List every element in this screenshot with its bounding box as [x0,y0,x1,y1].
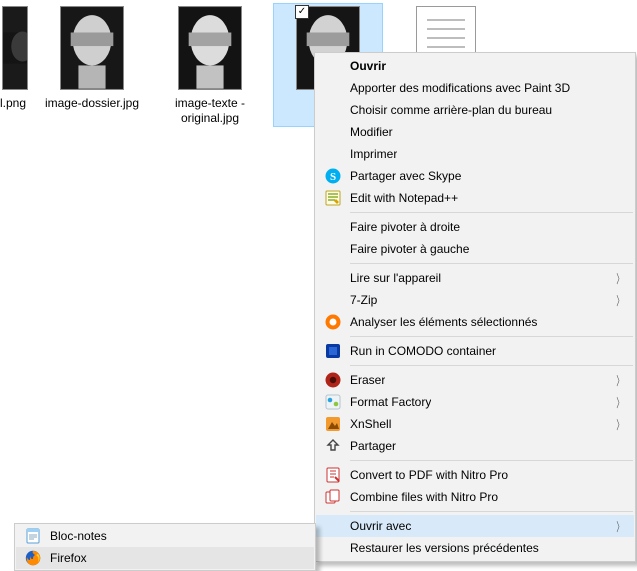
file-item[interactable]: image-dossier.jpg [38,4,146,126]
eraser-icon [324,372,341,389]
menu-separator [350,511,633,512]
menu-separator [350,212,633,213]
menu-item[interactable]: Modifier [316,121,634,143]
menu-item[interactable]: Convert to PDF with Nitro Pro [316,464,634,486]
menu-item-label: Eraser [350,373,385,387]
menu-item[interactable]: Choisir comme arrière-plan du bureau [316,99,634,121]
menu-item[interactable]: Faire pivoter à gauche [316,238,634,260]
menu-item[interactable]: Apporter des modifications avec Paint 3D [316,77,634,99]
menu-item-label: Ouvrir [350,59,386,73]
menu-item-label: Edit with Notepad++ [350,191,458,205]
chevron-right-icon: 〉 [616,292,623,309]
menu-separator [350,336,633,337]
menu-item-label: Combine files with Nitro Pro [350,490,498,504]
file-item[interactable]: image-texte - original.jpg [156,4,264,126]
menu-item-label: Ouvrir avec [350,519,411,533]
chevron-right-icon: 〉 [616,416,623,433]
comodo-icon [324,343,341,360]
chevron-right-icon: 〉 [616,394,623,411]
npp-icon [324,190,341,207]
menu-separator [350,365,633,366]
menu-item[interactable]: Analyser les éléments sélectionnés [316,311,634,333]
menu-item-label: Imprimer [350,147,397,161]
menu-item[interactable]: Partager [316,435,634,457]
menu-item[interactable]: Edit with Notepad++ [316,187,634,209]
menu-item-label: Run in COMODO container [350,344,496,358]
open-with-submenu: Bloc-notes Firefox [14,523,316,571]
menu-item[interactable]: Imprimer [316,143,634,165]
menu-item-label: Apporter des modifications avec Paint 3D [350,81,570,95]
context-menu: Ouvrir Apporter des modifications avec Pa… [314,52,636,562]
file-thumbnail [60,6,124,90]
menu-item[interactable]: Faire pivoter à droite [316,216,634,238]
ff-icon [324,394,341,411]
menu-item-label: Partager [350,439,396,453]
menu-item[interactable]: Combine files with Nitro Pro [316,486,634,508]
menu-item-label: Analyser les éléments sélectionnés [350,315,537,329]
file-label: image-texte - original.jpg [160,96,260,126]
menu-item[interactable]: Ouvrir [316,55,634,77]
menu-item-label: Faire pivoter à droite [350,220,460,234]
menu-item-label: Convert to PDF with Nitro Pro [350,468,508,482]
menu-item-label: XnShell [350,417,391,431]
share-icon [324,438,341,455]
firefox-icon [24,550,41,567]
file-label: l.png [0,96,28,111]
menu-item[interactable]: XnShell 〉 [316,413,634,435]
menu-item-label: Choisir comme arrière-plan du bureau [350,103,552,117]
file-thumbnail [2,6,28,90]
submenu-item[interactable]: Bloc-notes [16,525,314,547]
menu-separator [350,460,633,461]
menu-item-label: Partager avec Skype [350,169,461,183]
menu-item-label: Modifier [350,125,393,139]
menu-item[interactable]: 7-Zip 〉 [316,289,634,311]
menu-separator [350,263,633,264]
menu-item-label: Faire pivoter à gauche [350,242,469,256]
menu-item[interactable]: Run in COMODO container [316,340,634,362]
xn-icon [324,416,341,433]
nitro1-icon [324,467,341,484]
menu-item[interactable]: Lire sur l'appareil 〉 [316,267,634,289]
file-explorer-view: l.png image-dossier.jpg image-texte - or… [0,0,637,571]
skype-icon [324,168,341,185]
menu-item-label: Restaurer les versions précédentes [350,541,539,555]
menu-item[interactable]: Ouvrir avec 〉 [316,515,634,537]
submenu-item-label: Firefox [50,551,87,565]
nitro2-icon [324,489,341,506]
file-thumbnail [178,6,242,90]
submenu-item-label: Bloc-notes [50,529,107,543]
submenu-item[interactable]: Firefox [16,547,314,569]
file-item[interactable]: l.png [0,4,28,126]
chevron-right-icon: 〉 [616,372,623,389]
menu-item-label: 7-Zip [350,293,377,307]
menu-item[interactable]: Partager avec Skype [316,165,634,187]
chevron-right-icon: 〉 [616,270,623,287]
chevron-right-icon: 〉 [616,518,623,535]
avast-icon [324,314,341,331]
notepad-icon [24,528,41,545]
menu-item-label: Lire sur l'appareil [350,271,441,285]
menu-item-label: Format Factory [350,395,431,409]
menu-item[interactable]: Eraser 〉 [316,369,634,391]
menu-item[interactable]: Restaurer les versions précédentes [316,537,634,559]
menu-item[interactable]: Format Factory 〉 [316,391,634,413]
file-label: image-dossier.jpg [42,96,142,111]
selected-check-icon: ✓ [295,5,309,19]
